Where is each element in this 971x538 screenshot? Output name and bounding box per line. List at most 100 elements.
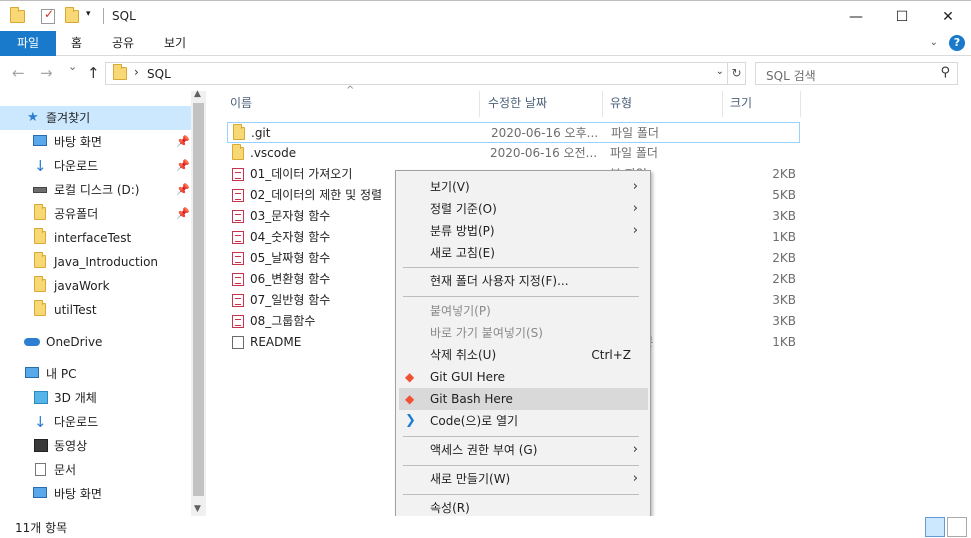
sidebar-item-this-pc[interactable]: 내 PC xyxy=(0,362,191,386)
sidebar-item-utiltest[interactable]: utilTest xyxy=(0,298,191,322)
folder-icon xyxy=(34,276,46,292)
sidebar-item-pc-desktop[interactable]: 바탕 화면 xyxy=(0,482,191,506)
menu-item-refresh[interactable]: 새로 고침(E) xyxy=(399,242,648,264)
tab-share[interactable]: 공유 xyxy=(101,31,145,56)
tab-view[interactable]: 보기 xyxy=(153,31,197,56)
scroll-down-icon[interactable]: ▼ xyxy=(194,504,201,514)
expand-ribbon-icon[interactable]: ⌄ xyxy=(930,37,938,48)
column-header-date[interactable]: 수정한 날짜 xyxy=(483,91,603,117)
sidebar-item-3d-objects[interactable]: 3D 개체 xyxy=(0,386,191,410)
menu-item-undo-delete[interactable]: 삭제 취소(U) Ctrl+Z xyxy=(399,344,648,366)
file-type: 파일 폴더 xyxy=(610,146,658,160)
menu-item-open-with-code[interactable]: ❯ Code(으)로 열기 xyxy=(399,410,648,432)
menu-item-paste-shortcut[interactable]: 바로 가기 붙여넣기(S) xyxy=(399,322,648,344)
menu-item-git-bash-here[interactable]: ◆ Git Bash Here xyxy=(399,388,648,410)
file-size: 3KB xyxy=(772,314,796,328)
refresh-button[interactable]: ↻ xyxy=(728,62,746,85)
menu-item-customize-folder[interactable]: 현재 폴더 사용자 지정(F)... xyxy=(399,270,648,292)
back-button[interactable]: ← xyxy=(12,64,25,82)
breadcrumb-sql[interactable]: SQL xyxy=(147,67,171,81)
submenu-arrow-icon: › xyxy=(632,471,638,486)
sidebar-item-label: Java_Introduction xyxy=(54,255,159,269)
file-size: 2KB xyxy=(772,251,796,265)
sidebar-item-downloads[interactable]: ↓ 다운로드 📌 xyxy=(0,154,191,178)
file-size: 2KB xyxy=(772,167,796,181)
pin-icon[interactable]: 📌 xyxy=(176,178,190,202)
menu-item-group-by[interactable]: 분류 방법(P) › xyxy=(399,220,648,242)
sidebar-item-interfacetest[interactable]: interfaceTest xyxy=(0,226,191,250)
menu-item-sort-by[interactable]: 정렬 기준(O) › xyxy=(399,198,648,220)
column-header-size[interactable]: 크기 xyxy=(725,91,801,117)
menu-item-give-access[interactable]: 액세스 권한 부여 (G) › xyxy=(399,439,648,461)
ribbon-tabs: 파일 홈 공유 보기 ⌄ ? xyxy=(0,31,971,56)
scrollbar-thumb[interactable] xyxy=(193,103,204,496)
column-header-type[interactable]: 유형 xyxy=(605,91,723,117)
scroll-up-icon[interactable]: ▲ xyxy=(194,89,201,99)
search-placeholder: SQL 검색 xyxy=(766,69,816,83)
markdown-file-icon xyxy=(232,336,244,349)
file-name: 06_변환형 함수 xyxy=(250,272,331,286)
properties-icon[interactable]: ✓ xyxy=(41,7,55,24)
sidebar-item-javawork[interactable]: javaWork xyxy=(0,274,191,298)
sidebar-item-java-introduction[interactable]: Java_Introduction xyxy=(0,250,191,274)
forward-button[interactable]: → xyxy=(40,64,53,82)
submenu-arrow-icon: › xyxy=(632,442,638,457)
up-button[interactable]: ↑ xyxy=(87,64,100,82)
desktop-icon xyxy=(33,487,47,498)
drive-icon xyxy=(33,187,47,193)
menu-item-git-gui-here[interactable]: ◆ Git GUI Here xyxy=(399,366,648,388)
pin-icon[interactable]: 📌 xyxy=(176,130,190,154)
details-view-icon[interactable] xyxy=(925,517,945,537)
column-header-name[interactable]: 이름 xyxy=(225,91,480,117)
sidebar-item-label: 3D 개체 xyxy=(54,391,97,405)
menu-item-label: 삭제 취소(U) xyxy=(430,348,497,362)
sidebar-scrollbar[interactable]: ▲ ▼ xyxy=(191,89,206,516)
recent-locations-icon[interactable]: ⌄ xyxy=(68,60,77,73)
pin-icon[interactable]: 📌 xyxy=(176,154,190,178)
sidebar-item-onedrive[interactable]: OneDrive xyxy=(0,330,191,354)
menu-item-view[interactable]: 보기(V) › xyxy=(399,176,648,198)
breadcrumb-separator-icon[interactable]: › xyxy=(134,65,139,79)
large-icons-view-icon[interactable] xyxy=(947,517,967,537)
file-size: 5KB xyxy=(772,188,796,202)
folder-icon xyxy=(34,252,46,268)
chevron-down-icon[interactable]: ⌄ xyxy=(716,66,724,77)
menu-item-label: Git GUI Here xyxy=(430,370,506,384)
help-icon[interactable]: ? xyxy=(949,35,965,51)
sidebar-item-label: javaWork xyxy=(54,279,110,293)
sidebar-item-quick-access[interactable]: ★ 즐겨찾기 xyxy=(0,106,191,130)
menu-item-paste[interactable]: 붙여넣기(P) xyxy=(399,300,648,322)
minimize-button[interactable]: — xyxy=(833,1,879,32)
pin-icon[interactable]: 📌 xyxy=(176,202,190,226)
file-name: 03_문자형 함수 xyxy=(250,209,331,223)
sql-file-icon xyxy=(232,231,244,244)
sidebar-item-shared-folder[interactable]: 공유폴더 📌 xyxy=(0,202,191,226)
tab-file[interactable]: 파일 xyxy=(0,31,56,56)
search-input[interactable]: SQL 검색 ⚲ xyxy=(755,62,958,85)
sidebar-item-local-disk-d[interactable]: 로컬 디스크 (D:) 📌 xyxy=(0,178,191,202)
file-row[interactable]: .vscode 2020-06-16 오전... 파일 폴더 xyxy=(227,143,800,164)
menu-separator xyxy=(403,296,639,297)
maximize-button[interactable]: ☐ xyxy=(879,1,925,32)
sidebar-item-videos[interactable]: 동영상 xyxy=(0,434,191,458)
file-size: 3KB xyxy=(772,209,796,223)
customize-toolbar-chevron-icon[interactable]: ▾ xyxy=(86,9,91,19)
sidebar-item-documents[interactable]: 문서 xyxy=(0,458,191,482)
close-button[interactable]: ✕ xyxy=(925,1,971,32)
sidebar-item-desktop[interactable]: 바탕 화면 📌 xyxy=(0,130,191,154)
file-name: .git xyxy=(251,126,271,140)
file-row[interactable]: .git 2020-06-16 오후... 파일 폴더 xyxy=(227,122,800,143)
file-name: 08_그룹함수 xyxy=(250,314,316,328)
tab-home[interactable]: 홈 xyxy=(60,31,93,56)
new-folder-icon[interactable] xyxy=(65,7,79,23)
sidebar-item-pc-downloads[interactable]: ↓ 다운로드 xyxy=(0,410,191,434)
menu-item-label: 바로 가기 붙여넣기(S) xyxy=(430,326,543,340)
folder-icon xyxy=(113,64,127,80)
sidebar-item-label: 다운로드 xyxy=(54,415,99,429)
folder-icon xyxy=(232,144,244,160)
context-menu: 보기(V) › 정렬 기준(O) › 분류 방법(P) › 새로 고침(E) 현… xyxy=(395,170,651,523)
document-icon xyxy=(35,463,46,476)
menu-item-new[interactable]: 새로 만들기(W) › xyxy=(399,468,648,490)
file-name: 07_일반형 함수 xyxy=(250,293,331,307)
address-bar[interactable]: › SQL ⌄ xyxy=(105,62,728,85)
